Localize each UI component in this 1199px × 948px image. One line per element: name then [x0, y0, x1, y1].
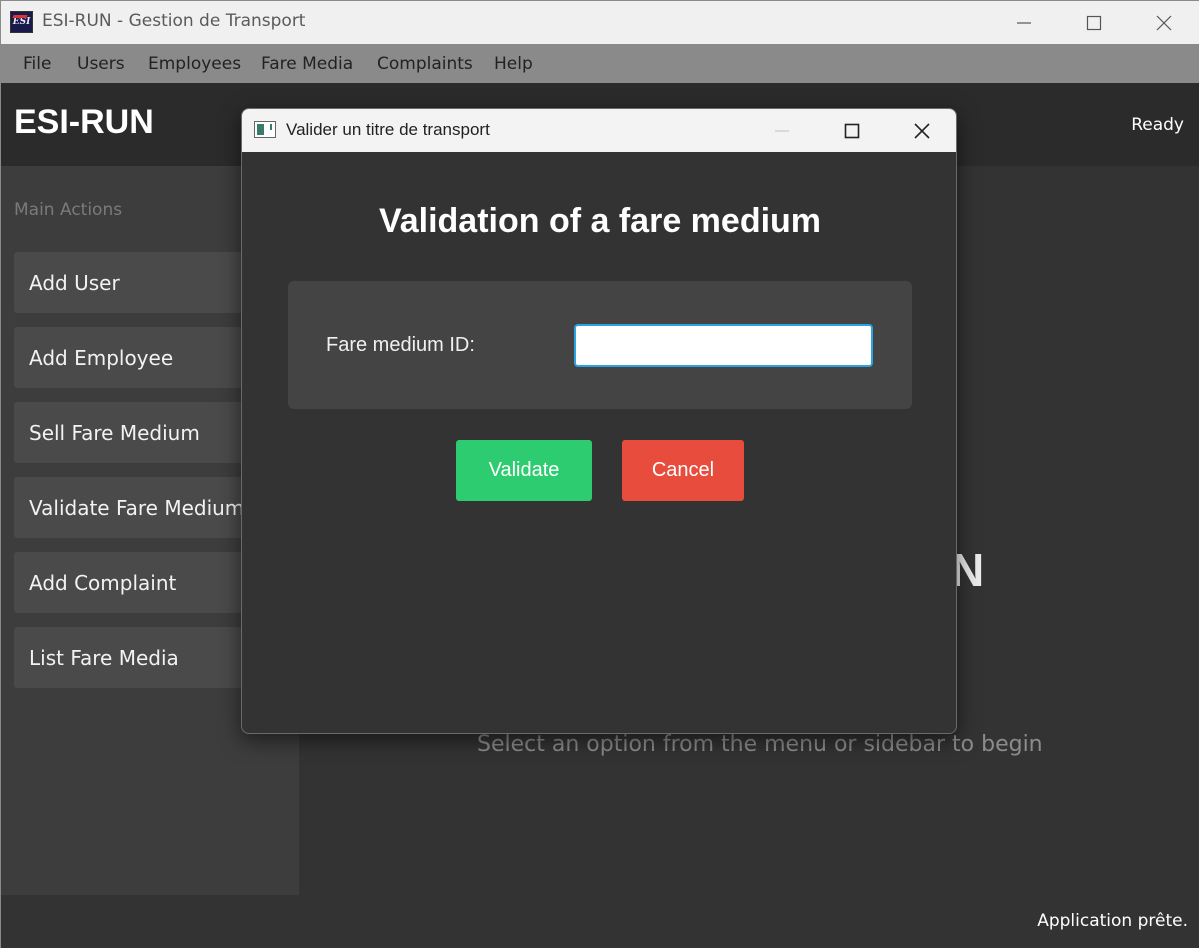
- menu-users[interactable]: Users: [77, 54, 125, 74]
- window-title: ESI-RUN - Gestion de Transport: [42, 11, 306, 31]
- fare-medium-id-label: Fare medium ID:: [326, 334, 475, 356]
- window-titlebar[interactable]: ESI ESI-RUN - Gestion de Transport: [1, 1, 1199, 44]
- menu-bar: File Users Employees Fare Media Complain…: [1, 44, 1199, 83]
- menu-file[interactable]: File: [23, 54, 51, 74]
- menu-fare-media[interactable]: Fare Media: [261, 54, 353, 74]
- dialog-titlebar[interactable]: Valider un titre de transport: [242, 109, 956, 152]
- minimize-button[interactable]: [989, 1, 1059, 44]
- fare-medium-id-input[interactable]: [574, 324, 873, 367]
- close-button[interactable]: [1129, 1, 1199, 44]
- menu-employees[interactable]: Employees: [148, 54, 241, 74]
- minimize-icon: [775, 129, 789, 132]
- brand-title: ESI-RUN: [14, 103, 154, 141]
- minimize-icon: [1017, 21, 1031, 24]
- cancel-button[interactable]: Cancel: [622, 440, 744, 501]
- validate-fare-medium-dialog: Valider un titre de transport Validation…: [241, 108, 957, 734]
- dialog-maximize-button[interactable]: [817, 109, 887, 152]
- dialog-title: Valider un titre de transport: [286, 120, 490, 139]
- welcome-hint: Select an option from the menu or sideba…: [477, 732, 1043, 757]
- close-icon: [914, 122, 930, 139]
- close-icon: [1156, 15, 1172, 30]
- app-logo-icon: ESI: [10, 11, 33, 33]
- menu-complaints[interactable]: Complaints: [377, 54, 473, 74]
- validate-button[interactable]: Validate: [456, 440, 592, 501]
- dialog-heading: Validation of a fare medium: [378, 202, 822, 240]
- dialog-close-button[interactable]: [887, 109, 956, 152]
- dialog-window-icon: [254, 121, 276, 138]
- maximize-icon: [844, 123, 860, 138]
- header-status: Ready: [1131, 115, 1184, 135]
- maximize-icon: [1086, 15, 1102, 30]
- maximize-button[interactable]: [1059, 1, 1129, 44]
- sidebar-caption: Main Actions: [14, 200, 123, 220]
- menu-help[interactable]: Help: [494, 54, 533, 74]
- form-panel: Fare medium ID:: [288, 281, 912, 409]
- main-window: ESI ESI-RUN - Gestion de Transport File …: [0, 0, 1199, 948]
- status-bar: Application prête.: [1, 895, 1199, 948]
- dialog-minimize-button: [747, 109, 817, 152]
- status-bar-text: Application prête.: [1037, 911, 1188, 931]
